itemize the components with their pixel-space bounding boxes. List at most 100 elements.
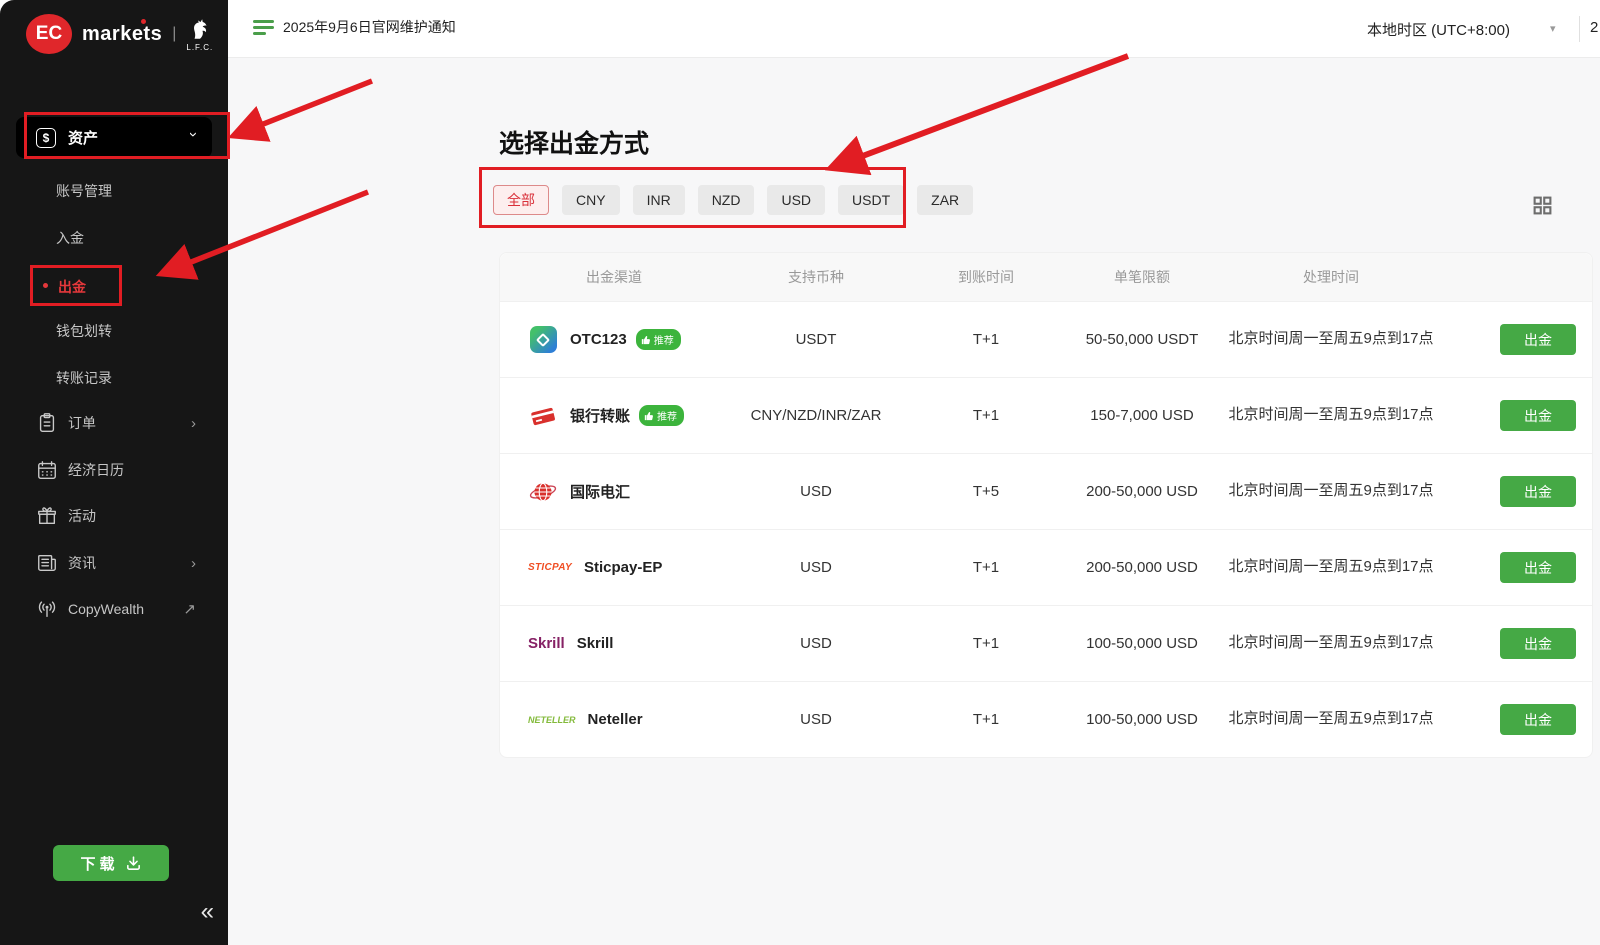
sidebar-item-label: 订单 [68, 413, 96, 433]
timezone-selector[interactable]: 本地时区 (UTC+8:00) [1367, 19, 1510, 40]
withdraw-button[interactable]: 出金 [1500, 628, 1576, 659]
filter-chip-ZAR[interactable]: ZAR [917, 185, 973, 215]
column-header: 支持币种 [728, 267, 904, 287]
news-icon [36, 552, 58, 574]
main-content: 选择出金方式 全部CNYINRNZDUSDUSDTZAR 出金渠道支持币种到账时… [228, 58, 1600, 945]
chevron-right-icon: › [191, 555, 196, 572]
limit-cell: 200-50,000 USD [1068, 483, 1216, 500]
processing-time-cell: 北京时间周一至周五9点到17点 [1216, 480, 1446, 503]
filter-chip-全部[interactable]: 全部 [493, 185, 549, 215]
recommended-badge: 推荐 [639, 405, 684, 426]
calendar-icon [36, 459, 58, 481]
sidebar-subitem-3[interactable]: 钱包划转 [56, 321, 112, 341]
maintenance-notice[interactable]: 2025年9月6日官网维护通知 [253, 17, 456, 37]
sidebar-item-label: 资讯 [68, 553, 96, 573]
column-header: 处理时间 [1216, 267, 1446, 287]
column-header: 到账时间 [904, 267, 1068, 287]
filter-chip-USD[interactable]: USD [767, 185, 825, 215]
table-row: Skrill Skrill USD T+1 100-50,000 USD 北京时… [500, 605, 1592, 681]
filter-chip-CNY[interactable]: CNY [562, 185, 620, 215]
sidebar-item-label: CopyWealth [68, 601, 144, 617]
external-link-icon: ↗ [183, 600, 196, 618]
column-header: 出金渠道 [500, 267, 728, 287]
collapse-sidebar-icon[interactable]: « [201, 898, 214, 926]
channel-cell: NETELLER Neteller [500, 711, 728, 728]
ec-logo-icon: EC [26, 14, 72, 54]
active-dot-icon [43, 283, 48, 288]
channel-name: Sticpay-EP [584, 559, 662, 576]
processing-time-cell: 北京时间周一至周五9点到17点 [1216, 632, 1446, 655]
currency-filter-group: 全部 CNY INR NZD USD USDT ZAR [493, 185, 973, 215]
liver-bird-icon [187, 16, 213, 42]
chevron-down-icon: › [185, 132, 202, 137]
withdraw-button[interactable]: 出金 [1500, 552, 1576, 583]
channel-cell: 银行转账 推荐 [500, 403, 728, 429]
channel-cell: 国际电汇 [500, 479, 728, 505]
processing-time-cell: 北京时间周一至周五9点到17点 [1216, 404, 1446, 427]
sidebar-subitem-1[interactable]: 入金 [56, 228, 84, 248]
thumbs-up-icon [644, 411, 654, 421]
channel-name: Skrill [577, 635, 614, 652]
table-header-row: 出金渠道支持币种到账时间单笔限额处理时间 [500, 253, 1592, 301]
download-icon [125, 855, 142, 872]
wire-transfer-logo [528, 479, 558, 505]
brand-dot-icon [141, 19, 146, 24]
channel-cell: STICPAY Sticpay-EP [500, 559, 728, 576]
sidebar-item-活动[interactable]: 活动 [0, 501, 228, 531]
arrival-time-cell: T+1 [904, 711, 1068, 728]
sidebar-subitem-4[interactable]: 转账记录 [56, 368, 112, 388]
table-row: 银行转账 推荐 CNY/NZD/INR/ZAR T+1 150-7,000 US… [500, 377, 1592, 453]
lfc-label: L.F.C. [186, 43, 213, 52]
filter-chip-NZD[interactable]: NZD [698, 185, 755, 215]
brand-logo: EC markets | L.F.C. [26, 14, 213, 54]
sidebar-item-label: 活动 [68, 506, 96, 526]
arrival-time-cell: T+1 [904, 331, 1068, 348]
withdraw-methods-table: 出金渠道支持币种到账时间单笔限额处理时间 OTC123 推荐 USDT T+1 … [499, 252, 1593, 758]
recommended-badge: 推荐 [636, 329, 681, 350]
topbar-divider [1579, 16, 1580, 42]
limit-cell: 100-50,000 USD [1068, 711, 1216, 728]
grid-view-icon[interactable] [1532, 195, 1553, 221]
column-header: 单笔限额 [1068, 267, 1216, 287]
channel-name: Neteller [588, 711, 643, 728]
withdraw-button[interactable]: 出金 [1500, 324, 1576, 355]
sidebar: EC markets | L.F.C. $ 资产 › 账号管理入金出金钱包划转转… [0, 0, 228, 945]
withdraw-button[interactable]: 出金 [1500, 476, 1576, 507]
arrival-time-cell: T+1 [904, 635, 1068, 652]
broadcast-icon [36, 598, 58, 620]
sticpay-logo: STICPAY [528, 562, 572, 573]
channel-name: OTC123 [570, 331, 627, 348]
arrival-time-cell: T+1 [904, 559, 1068, 576]
table-row: 国际电汇 USD T+5 200-50,000 USD 北京时间周一至周五9点到… [500, 453, 1592, 529]
sidebar-subitem-0[interactable]: 账号管理 [56, 181, 112, 201]
otc123-logo [528, 326, 558, 353]
sidebar-item-订单[interactable]: 订单› [0, 408, 228, 438]
currencies-cell: USD [728, 635, 904, 652]
table-row: STICPAY Sticpay-EP USD T+1 200-50,000 US… [500, 529, 1592, 605]
sidebar-item-CopyWealth[interactable]: CopyWealth ↗ [0, 594, 228, 624]
filter-chip-USDT[interactable]: USDT [838, 185, 904, 215]
download-button[interactable]: 下载 [53, 845, 169, 881]
limit-cell: 150-7,000 USD [1068, 407, 1216, 424]
page: EC markets | L.F.C. $ 资产 › 账号管理入金出金钱包划转转… [0, 0, 1600, 945]
topbar: 2025年9月6日官网维护通知 本地时区 (UTC+8:00) ▾ 2 [228, 0, 1600, 58]
currencies-cell: USDT [728, 331, 904, 348]
table-row: NETELLER Neteller USD T+1 100-50,000 USD… [500, 681, 1592, 757]
gift-icon [36, 505, 58, 527]
sidebar-subitem-withdraw[interactable]: 出金 [58, 277, 86, 297]
sidebar-item-资讯[interactable]: 资讯 › [0, 548, 228, 578]
currencies-cell: CNY/NZD/INR/ZAR [728, 407, 904, 424]
bank-transfer-logo [528, 403, 558, 429]
processing-time-cell: 北京时间周一至周五9点到17点 [1216, 708, 1446, 731]
sidebar-item-assets[interactable]: $ 资产 › [16, 117, 212, 158]
dollar-icon: $ [36, 128, 56, 148]
action-cell: 出金 [1446, 628, 1586, 659]
processing-time-cell: 北京时间周一至周五9点到17点 [1216, 556, 1446, 579]
withdraw-button[interactable]: 出金 [1500, 400, 1576, 431]
currencies-cell: USD [728, 559, 904, 576]
withdraw-button[interactable]: 出金 [1500, 704, 1576, 735]
channel-cell: Skrill Skrill [500, 635, 728, 652]
sidebar-item-经济日历[interactable]: 经济日历 [0, 455, 228, 485]
filter-chip-INR[interactable]: INR [633, 185, 685, 215]
download-label: 下载 [80, 853, 118, 874]
